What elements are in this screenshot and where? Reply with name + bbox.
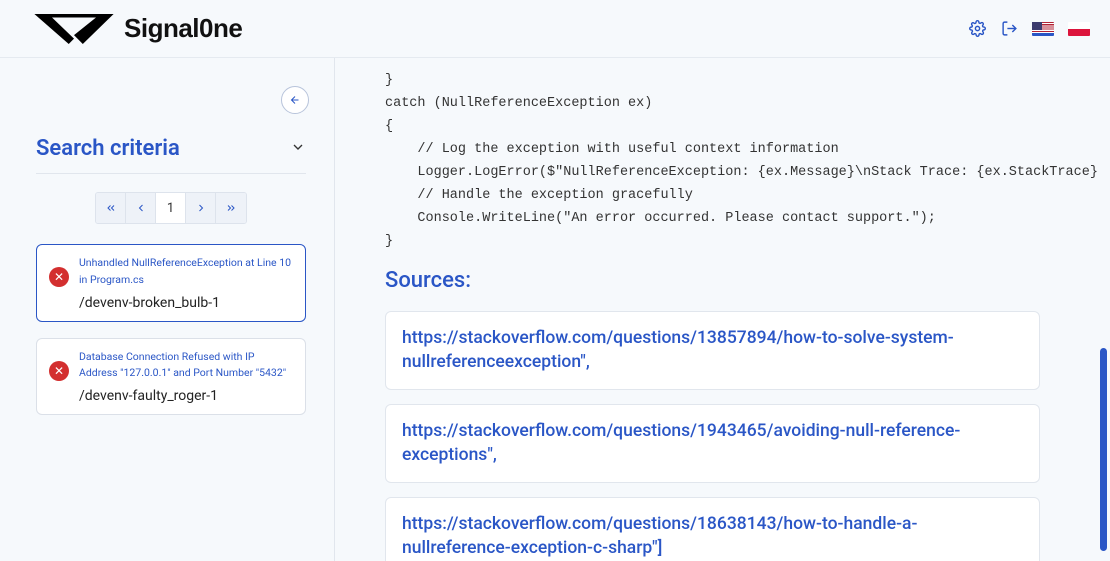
flag-us-icon[interactable]	[1032, 22, 1054, 36]
sources-heading: Sources:	[385, 268, 1098, 293]
page-prev-button[interactable]	[126, 193, 156, 223]
source-card[interactable]: https://stackoverflow.com/questions/1943…	[385, 404, 1040, 483]
source-card[interactable]: https://stackoverflow.com/questions/1385…	[385, 311, 1040, 390]
source-link[interactable]: https://stackoverflow.com/questions/1385…	[402, 328, 954, 373]
log-card[interactable]: ✕ Database Connection Refused with IP Ad…	[36, 338, 306, 416]
main-content: } catch (NullReferenceException ex) { //…	[335, 58, 1110, 561]
error-badge-icon: ✕	[49, 267, 69, 287]
scrollbar[interactable]	[1100, 68, 1107, 551]
source-link[interactable]: https://stackoverflow.com/questions/1863…	[402, 514, 917, 559]
settings-icon[interactable]	[968, 20, 986, 38]
source-link[interactable]: https://stackoverflow.com/questions/1943…	[402, 421, 960, 466]
page-first-button[interactable]	[96, 193, 126, 223]
error-badge-icon: ✕	[49, 361, 69, 381]
app-header: Signal0ne	[0, 0, 1110, 58]
page-last-button[interactable]	[216, 193, 246, 223]
header-actions	[968, 20, 1090, 38]
body-layout: Search criteria 1 ✕	[0, 58, 1110, 561]
search-criteria-toggle[interactable]: Search criteria	[36, 136, 306, 174]
pagination: 1	[95, 192, 247, 224]
logout-icon[interactable]	[1000, 20, 1018, 38]
log-card-subtitle: /devenv-faulty_roger-1	[79, 388, 293, 404]
search-heading-label: Search criteria	[36, 136, 180, 161]
brand-text: Signal0ne	[124, 13, 242, 44]
arrow-left-icon	[289, 94, 301, 106]
chevron-down-icon	[290, 136, 306, 161]
log-card-title: Database Connection Refused with IP Addr…	[79, 349, 293, 383]
back-button[interactable]	[281, 86, 309, 114]
page-current: 1	[156, 193, 186, 223]
code-block: } catch (NullReferenceException ex) { //…	[385, 70, 1098, 254]
log-card-subtitle: /devenv-broken_bulb-1	[79, 295, 293, 311]
source-card[interactable]: https://stackoverflow.com/questions/1863…	[385, 497, 1040, 561]
flag-pl-icon[interactable]	[1068, 22, 1090, 36]
log-card-title: Unhandled NullReferenceException at Line…	[79, 255, 293, 289]
scrollbar-thumb[interactable]	[1100, 348, 1107, 551]
brand-logo: Signal0ne	[30, 10, 242, 48]
sidebar: Search criteria 1 ✕	[0, 58, 335, 561]
page-next-button[interactable]	[186, 193, 216, 223]
logo-mark-icon	[30, 10, 118, 48]
log-card[interactable]: ✕ Unhandled NullReferenceException at Li…	[36, 244, 306, 322]
